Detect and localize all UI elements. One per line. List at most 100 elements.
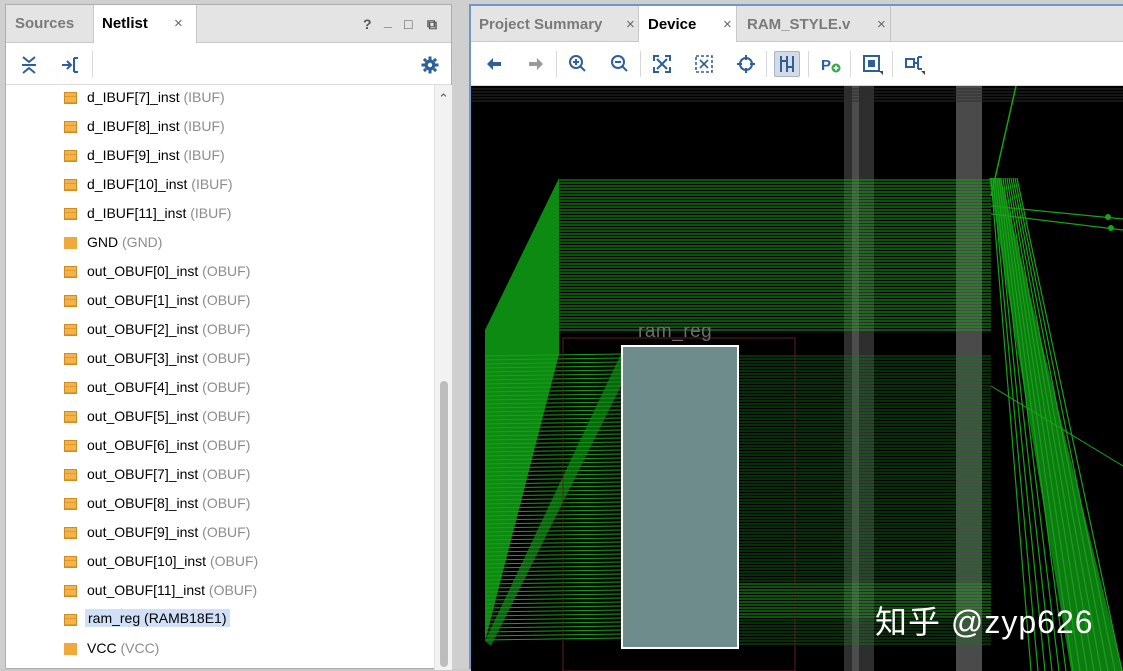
tree-row[interactable]: d_IBUF[8]_inst (IBUF): [6, 113, 434, 142]
tree-row[interactable]: out_OBUF[8]_inst (OBUF): [6, 490, 434, 519]
close-icon[interactable]: ×: [174, 15, 183, 32]
device-view[interactable]: ram_reg 知乎 @zyp626: [471, 86, 1123, 671]
cell-type: (IBUF): [183, 118, 225, 134]
routing-net: [484, 589, 622, 593]
tab-device[interactable]: Device ×: [638, 6, 737, 45]
cell-name: out_OBUF[11]_inst: [87, 582, 206, 598]
settings-gear-icon[interactable]: [419, 54, 441, 76]
tab-netlist[interactable]: Netlist ×: [93, 5, 197, 44]
solid-cell-icon: [64, 643, 77, 655]
cell-type: (OBUF): [202, 466, 251, 482]
cell-name: out_OBUF[3]_inst: [87, 350, 199, 366]
cell-name: out_OBUF[7]_inst: [87, 466, 199, 482]
routing-node: [1108, 225, 1114, 231]
tree-row-label: out_OBUF[3]_inst (OBUF): [87, 350, 250, 366]
expand-selection-icon[interactable]: [59, 54, 81, 76]
tree-row[interactable]: out_OBUF[7]_inst (OBUF): [6, 461, 434, 490]
zoom-out-icon[interactable]: [607, 51, 633, 77]
tree-row-label: d_IBUF[9]_inst (IBUF): [87, 147, 225, 163]
tree-row-partial[interactable]: [6, 664, 434, 670]
cell-name: d_IBUF[7]_inst: [87, 89, 180, 105]
tree-row-label: d_IBUF[11]_inst (IBUF): [87, 205, 231, 221]
cell-name: out_OBUF[2]_inst: [87, 321, 199, 337]
striped-cell-icon: [64, 498, 77, 510]
device-panel: Project Summary × Device × RAM_STYLE.v ×: [469, 4, 1123, 671]
tree-row[interactable]: d_IBUF[9]_inst (IBUF): [6, 142, 434, 171]
collapse-all-icon[interactable]: [18, 54, 40, 76]
tree-row[interactable]: out_OBUF[9]_inst (OBUF): [6, 519, 434, 548]
device-canvas[interactable]: [471, 86, 1123, 671]
cell-name: out_OBUF[9]_inst: [87, 524, 199, 540]
device-toolbar: P: [471, 42, 1123, 86]
scrollbar-thumb[interactable]: [440, 381, 448, 667]
tree-row[interactable]: d_IBUF[7]_inst (IBUF): [6, 85, 434, 113]
tab-project-summary[interactable]: Project Summary ×: [479, 6, 635, 44]
zoom-in-icon[interactable]: [565, 51, 591, 77]
cell-name: VCC: [87, 640, 117, 656]
forward-arrow-icon[interactable]: [523, 51, 549, 77]
left-tabbar: Sources Netlist × ? _ □ ⧉: [6, 5, 451, 44]
routing-resources-icon[interactable]: [774, 51, 800, 77]
tree-row[interactable]: out_OBUF[1]_inst (OBUF): [6, 287, 434, 316]
striped-cell-icon: [64, 556, 77, 568]
striped-cell-icon: [64, 527, 77, 539]
vivado-window: Sources Netlist × ? _ □ ⧉ d_IBUF[7]_inst…: [0, 0, 1123, 671]
tree-row[interactable]: out_OBUF[3]_inst (OBUF): [6, 345, 434, 374]
tree-row-label: out_OBUF[8]_inst (OBUF): [87, 495, 250, 511]
striped-cell-icon: [64, 324, 77, 336]
tree-row[interactable]: out_OBUF[11]_inst (OBUF): [6, 577, 434, 606]
tab-sources[interactable]: Sources: [15, 5, 74, 43]
help-icon[interactable]: ?: [363, 16, 372, 32]
tree-row[interactable]: out_OBUF[0]_inst (OBUF): [6, 258, 434, 287]
routing-net: [484, 629, 622, 633]
toolbar-separator: [892, 51, 893, 77]
tree-row[interactable]: out_OBUF[4]_inst (OBUF): [6, 374, 434, 403]
back-arrow-icon[interactable]: [481, 51, 507, 77]
tree-row-label: out_OBUF[4]_inst (OBUF): [87, 379, 250, 395]
toolbar-separator: [850, 51, 851, 77]
tree-row[interactable]: d_IBUF[11]_inst (IBUF): [6, 200, 434, 229]
routing-net: [484, 561, 622, 565]
float-icon[interactable]: ⧉: [427, 16, 437, 33]
routing-net: [484, 577, 622, 581]
tree-row[interactable]: out_OBUF[10]_inst (OBUF): [6, 548, 434, 577]
cell-name: d_IBUF[9]_inst: [87, 147, 180, 163]
tree-row[interactable]: out_OBUF[6]_inst (OBUF): [6, 432, 434, 461]
tree-row[interactable]: d_IBUF[10]_inst (IBUF): [6, 171, 434, 200]
tree-row-label: out_OBUF[10]_inst (OBUF): [87, 553, 258, 569]
fit-box-icon[interactable]: [859, 51, 885, 77]
chevron-up-icon[interactable]: ⌃: [438, 91, 449, 107]
tree-row[interactable]: GND (GND): [6, 229, 434, 258]
tree-row-label: out_OBUF[2]_inst (OBUF): [87, 321, 250, 337]
minimize-icon[interactable]: _: [384, 13, 392, 29]
zoom-fit-icon[interactable]: [649, 51, 675, 77]
toolbar-separator: [640, 51, 641, 77]
cell-type: (OBUF): [202, 408, 251, 424]
zoom-selection-icon[interactable]: [691, 51, 717, 77]
cell-name: out_OBUF[0]_inst: [87, 263, 199, 279]
close-icon[interactable]: ×: [626, 16, 635, 33]
cell-name: GND: [87, 234, 119, 250]
striped-cell-icon: [64, 179, 77, 191]
cell-type: (GND): [122, 234, 163, 250]
tree-row[interactable]: out_OBUF[5]_inst (OBUF): [6, 403, 434, 432]
ports-icon[interactable]: [901, 51, 927, 77]
tree-row[interactable]: out_OBUF[2]_inst (OBUF): [6, 316, 434, 345]
cell-name: d_IBUF[8]_inst: [87, 118, 180, 134]
cell-type: (OBUF): [202, 263, 251, 279]
tree-row[interactable]: VCC (VCC): [6, 635, 434, 664]
tree-row-label: GND (GND): [87, 234, 162, 250]
close-icon[interactable]: ×: [877, 16, 886, 33]
vertical-scrollbar[interactable]: ⌃: [434, 85, 452, 670]
netlist-panel: Sources Netlist × ? _ □ ⧉ d_IBUF[7]_inst…: [5, 4, 452, 670]
striped-cell-icon: [64, 92, 77, 104]
maximize-icon[interactable]: □: [404, 16, 412, 32]
tree-row[interactable]: ram_reg (RAMB18E1): [6, 606, 434, 635]
striped-cell-icon: [64, 295, 77, 307]
toolbar-separator: [92, 51, 93, 77]
close-icon[interactable]: ×: [723, 16, 732, 33]
crosshair-icon[interactable]: [733, 51, 759, 77]
cell-type: (IBUF): [191, 176, 233, 192]
create-pblock-icon[interactable]: P: [817, 51, 843, 77]
tab-ram-style[interactable]: RAM_STYLE.v ×: [747, 6, 886, 44]
